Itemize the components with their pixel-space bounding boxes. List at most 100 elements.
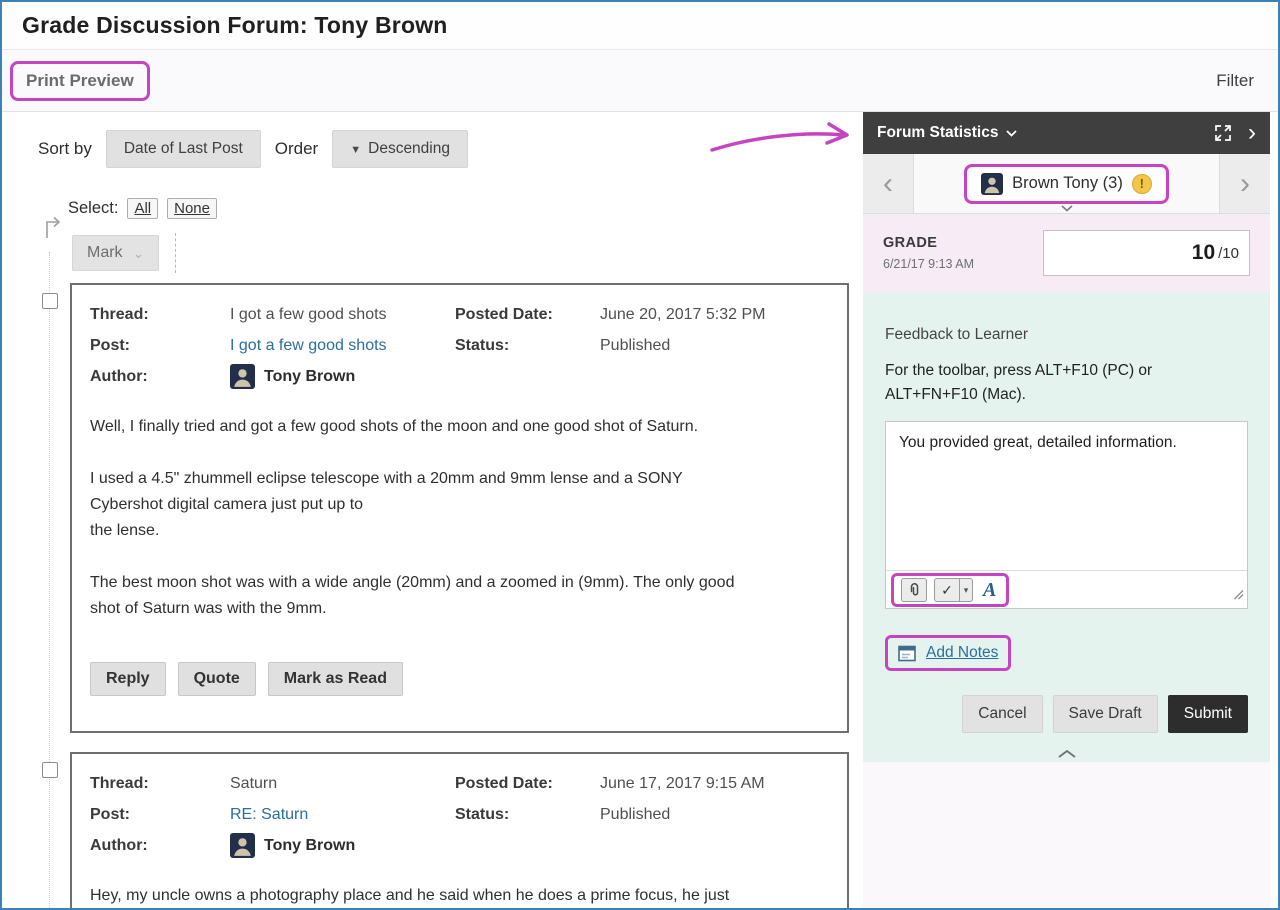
expand-panel-icon[interactable]	[1214, 124, 1232, 142]
posted-date-label: Posted Date:	[455, 770, 600, 797]
previous-student-button[interactable]: ‹	[863, 154, 913, 213]
author-name: Tony Brown	[264, 832, 355, 859]
post-paragraph: I used a 4.5" zhummell eclipse telescope…	[90, 466, 829, 544]
posted-date-value: June 20, 2017 5:32 PM	[600, 301, 829, 328]
attach-file-icon[interactable]	[901, 578, 927, 602]
grading-actions: Cancel Save Draft Submit	[885, 695, 1248, 733]
status-value: Published	[600, 801, 829, 828]
order-label: Order	[275, 139, 318, 159]
select-none-link[interactable]: None	[167, 198, 217, 219]
posted-date-label: Posted Date:	[455, 301, 600, 328]
author-avatar	[230, 364, 255, 389]
needs-grading-icon: !	[1132, 174, 1152, 194]
descending-arrow-icon: ▼	[350, 144, 361, 156]
editor-toolbar: ✓ ▾ A	[886, 570, 1247, 608]
post-label: Post:	[90, 332, 230, 359]
post-select-checkbox[interactable]	[42, 762, 58, 778]
sort-order-bar: Sort by Date of Last Post Order ▼Descend…	[38, 130, 468, 168]
text-style-icon[interactable]: A	[980, 579, 999, 602]
next-student-button[interactable]: ›	[1220, 154, 1270, 213]
feedback-editor: You provided great, detailed information…	[885, 421, 1248, 609]
content-area: Sort by Date of Last Post Order ▼Descend…	[2, 112, 1278, 908]
forum-statistics-title[interactable]: Forum Statistics	[877, 124, 1017, 142]
editor-toolbar-hint: For the toolbar, press ALT+F10 (PC) or A…	[885, 359, 1248, 407]
cancel-button[interactable]: Cancel	[962, 695, 1042, 733]
annotation-arrow	[708, 118, 860, 162]
feedback-heading: Feedback to Learner	[885, 326, 1248, 344]
add-notes-link[interactable]: Add Notes	[926, 644, 998, 662]
thread-value: I got a few good shots	[230, 301, 455, 328]
select-label: Select:	[68, 199, 118, 218]
grade-timestamp: 6/21/17 9:13 AM	[883, 257, 974, 271]
grade-score: 10	[1192, 241, 1215, 265]
grade-discussion-forum-page: Grade Discussion Forum: Tony Brown Print…	[0, 0, 1280, 910]
grade-out-of: /10	[1218, 245, 1239, 262]
feedback-section: Feedback to Learner For the toolbar, pre…	[863, 292, 1270, 762]
filter-button[interactable]: Filter	[1216, 71, 1254, 91]
selection-guide-line	[49, 252, 50, 908]
student-avatar	[981, 173, 1003, 195]
collapse-panel-icon[interactable]: ›	[1248, 121, 1256, 145]
print-preview-button[interactable]: Print Preview	[16, 65, 144, 97]
thread-value: Saturn	[230, 770, 455, 797]
mark-as-read-button[interactable]: Mark as Read	[268, 662, 403, 696]
reply-button[interactable]: Reply	[90, 662, 166, 696]
select-all-link[interactable]: All	[127, 198, 158, 219]
discussion-post: Thread: Saturn Posted Date: June 17, 201…	[70, 752, 849, 908]
notes-icon	[898, 645, 917, 662]
post-title-link[interactable]: RE: Saturn	[230, 806, 308, 823]
action-bar: Print Preview Filter	[2, 50, 1278, 112]
chevron-down-icon: ⌄	[133, 245, 145, 262]
mark-bar: Mark ⌄	[72, 233, 176, 273]
post-paragraph: Hey, my uncle owns a photography place a…	[90, 883, 829, 908]
chevron-down-icon[interactable]	[1061, 205, 1073, 212]
post-select-checkbox[interactable]	[42, 293, 58, 309]
post-body: Hey, my uncle owns a photography place a…	[90, 883, 829, 908]
student-navigator: ‹ Brown Tony (3) ! ›	[863, 154, 1270, 214]
sort-by-button[interactable]: Date of Last Post	[106, 130, 261, 168]
chevron-down-icon	[1006, 130, 1017, 137]
grade-section: GRADE 6/21/17 9:13 AM 10 /10	[863, 214, 1270, 292]
print-preview-highlight: Print Preview	[10, 61, 150, 101]
post-label: Post:	[90, 801, 230, 828]
post-actions: Reply Quote Mark as Read	[90, 662, 829, 696]
post-paragraph: The best moon shot was with a wide angle…	[90, 570, 829, 622]
spellcheck-button[interactable]: ✓ ▾	[934, 578, 973, 602]
post-title-link[interactable]: I got a few good shots	[230, 337, 387, 354]
student-name: Brown Tony (3)	[1012, 174, 1123, 193]
thread-label: Thread:	[90, 301, 230, 328]
tree-connector-arrow-icon	[42, 214, 64, 240]
author-name: Tony Brown	[264, 363, 355, 390]
status-label: Status:	[455, 332, 600, 359]
collapse-grading-panel-icon[interactable]	[885, 749, 1248, 758]
post-paragraph: Well, I finally tried and got a few good…	[90, 414, 829, 440]
author-label: Author:	[90, 832, 230, 859]
save-draft-button[interactable]: Save Draft	[1053, 695, 1158, 733]
spellcheck-icon: ✓	[935, 579, 959, 601]
order-button[interactable]: ▼Descending	[332, 130, 468, 168]
spellcheck-dropdown-icon[interactable]: ▾	[959, 579, 972, 601]
forum-statistics-panel: Forum Statistics › ‹	[863, 112, 1270, 908]
post-meta: Thread: Saturn Posted Date: June 17, 201…	[90, 770, 829, 859]
grade-input[interactable]: 10 /10	[1043, 230, 1250, 276]
submit-button[interactable]: Submit	[1168, 695, 1248, 733]
editor-toolbar-highlight: ✓ ▾ A	[891, 573, 1009, 607]
mark-dropdown-button[interactable]: Mark ⌄	[72, 235, 159, 271]
quote-button[interactable]: Quote	[178, 662, 256, 696]
post-body: Well, I finally tried and got a few good…	[90, 414, 829, 622]
feedback-text-input[interactable]: You provided great, detailed information…	[886, 422, 1247, 572]
forum-statistics-header: Forum Statistics ›	[863, 112, 1270, 154]
grade-label: GRADE	[883, 235, 974, 251]
student-selector-button[interactable]: Brown Tony (3) !	[969, 169, 1164, 199]
student-selector-area: Brown Tony (3) !	[913, 154, 1220, 213]
student-selector-highlight: Brown Tony (3) !	[964, 164, 1169, 204]
page-header: Grade Discussion Forum: Tony Brown	[2, 2, 1278, 50]
posted-date-value: June 17, 2017 9:15 AM	[600, 770, 829, 797]
author-label: Author:	[90, 363, 230, 390]
page-title: Grade Discussion Forum: Tony Brown	[22, 12, 448, 39]
select-bar: Select: All None	[68, 198, 217, 219]
author-avatar	[230, 833, 255, 858]
status-label: Status:	[455, 801, 600, 828]
status-value: Published	[600, 332, 829, 359]
editor-resize-handle[interactable]	[1232, 587, 1244, 605]
